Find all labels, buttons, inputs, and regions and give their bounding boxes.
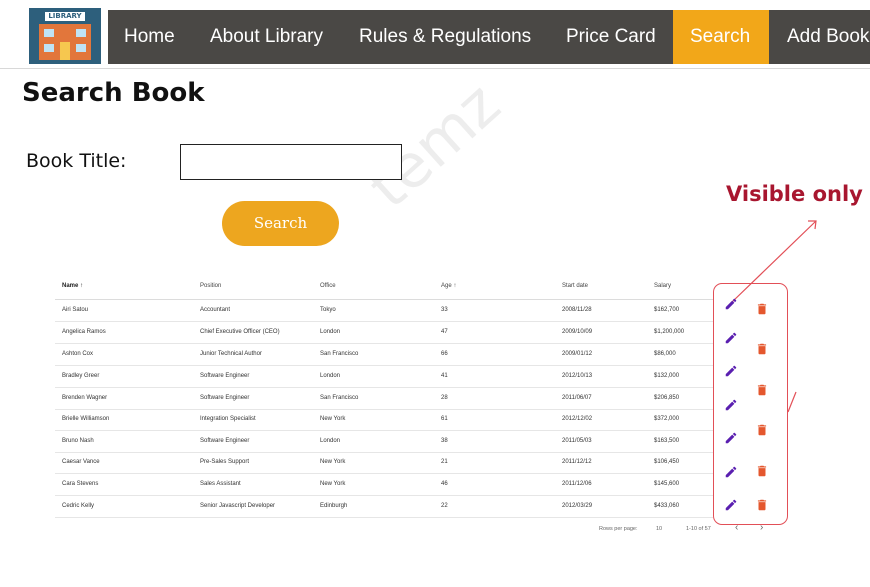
cell-office: San Francisco — [320, 351, 359, 357]
cell-office: New York — [320, 481, 346, 487]
cell-name: Brielle Williamson — [62, 416, 110, 422]
table-row: Brenden Wagner Software Engineer San Fra… — [55, 388, 713, 410]
table-row: Caesar Vance Pre-Sales Support New York … — [55, 452, 713, 474]
trash-icon[interactable] — [755, 422, 769, 438]
cell-name: Angelica Ramos — [62, 329, 106, 335]
table-row: Angelica Ramos Chief Executive Officer (… — [55, 322, 713, 344]
cell-position: Junior Technical Author — [200, 351, 262, 357]
cell-name: Caesar Vance — [62, 459, 100, 465]
cell-office: Edinburgh — [320, 503, 348, 509]
cell-salary: $132,000 — [654, 373, 680, 379]
cell-start-date: 2008/11/28 — [562, 307, 592, 313]
cell-position: Senior Javascript Developer — [200, 503, 276, 509]
table-header: Name ↑ Position Office Age ↑ Start date … — [55, 275, 713, 300]
column-header-position[interactable]: Position — [200, 283, 221, 289]
cell-salary: $145,600 — [654, 481, 680, 487]
cell-age: 46 — [441, 481, 448, 487]
cell-start-date: 2012/12/02 — [562, 416, 593, 422]
cell-name: Bradley Greer — [62, 373, 100, 379]
cell-start-date: 2012/03/29 — [562, 503, 593, 509]
cell-start-date: 2011/12/06 — [562, 481, 592, 487]
cell-office: New York — [320, 416, 346, 422]
pencil-icon[interactable] — [724, 364, 738, 378]
trash-icon[interactable] — [755, 497, 769, 513]
cell-salary: $106,450 — [654, 459, 680, 465]
column-header-salary[interactable]: Salary — [654, 283, 671, 289]
cell-start-date: 2009/10/09 — [562, 329, 593, 335]
cell-office: New York — [320, 459, 346, 465]
column-header-start-date[interactable]: Start date — [562, 283, 588, 289]
cell-office: Tokyo — [320, 307, 336, 313]
rows-per-page-select[interactable]: 10 — [656, 526, 662, 532]
cell-name: Ashton Cox — [62, 351, 94, 357]
table-row: Bradley Greer Software Engineer London 4… — [55, 366, 713, 388]
trash-icon[interactable] — [755, 301, 769, 317]
pencil-icon[interactable] — [724, 465, 738, 479]
cell-office: San Francisco — [320, 395, 359, 401]
column-header-age[interactable]: Age ↑ — [441, 283, 456, 289]
cell-position: Accountant — [200, 307, 231, 313]
pagination-range: 1-10 of 57 — [686, 526, 711, 532]
pencil-icon[interactable] — [724, 431, 738, 445]
column-header-name[interactable]: Name ↑ — [62, 283, 83, 289]
cell-age: 61 — [441, 416, 448, 422]
pencil-icon[interactable] — [724, 297, 738, 311]
pencil-icon[interactable] — [724, 331, 738, 345]
cell-salary: $372,000 — [654, 416, 680, 422]
table-row: Brielle Williamson Integration Specialis… — [55, 409, 713, 431]
trash-icon[interactable] — [755, 463, 769, 479]
cell-office: London — [320, 329, 341, 335]
cell-salary: $162,700 — [654, 307, 680, 313]
column-header-office[interactable]: Office — [320, 283, 336, 289]
cell-age: 47 — [441, 329, 448, 335]
cell-start-date: 2009/01/12 — [562, 351, 593, 357]
cell-salary: $86,000 — [654, 351, 676, 357]
cell-start-date: 2012/10/13 — [562, 373, 593, 379]
cell-age: 66 — [441, 351, 448, 357]
cell-salary: $1,200,000 — [654, 329, 685, 335]
cell-age: 41 — [441, 373, 448, 379]
cell-age: 21 — [441, 459, 448, 465]
trash-icon[interactable] — [755, 341, 769, 357]
cell-age: 28 — [441, 395, 448, 401]
table-row: Ashton Cox Junior Technical Author San F… — [55, 344, 713, 366]
cell-position: Chief Executive Officer (CEO) — [200, 329, 280, 335]
cell-office: London — [320, 438, 341, 444]
rows-per-page-label: Rows per page: — [599, 526, 638, 532]
cell-position: Software Engineer — [200, 395, 250, 401]
cell-name: Cedric Kelly — [62, 503, 95, 509]
cell-name: Brenden Wagner — [62, 395, 108, 401]
callout-arrow-line-2 — [787, 391, 797, 413]
cell-start-date: 2011/12/12 — [562, 459, 592, 465]
cell-position: Sales Assistant — [200, 481, 241, 487]
cell-office: London — [320, 373, 341, 379]
cell-name: Bruno Nash — [62, 438, 94, 444]
cell-age: 33 — [441, 307, 448, 313]
cell-age: 38 — [441, 438, 448, 444]
cell-position: Pre-Sales Support — [200, 459, 250, 465]
cell-position: Software Engineer — [200, 373, 250, 379]
prev-page-button[interactable]: ‹ — [735, 522, 738, 533]
next-page-button[interactable]: › — [760, 522, 763, 533]
table-row: Airi Satou Accountant Tokyo 33 2008/11/2… — [55, 300, 713, 322]
cell-salary: $433,060 — [654, 503, 680, 509]
table-row: Bruno Nash Software Engineer London 38 2… — [55, 431, 713, 453]
trash-icon[interactable] — [755, 382, 769, 398]
pencil-icon[interactable] — [724, 498, 738, 512]
cell-start-date: 2011/06/07 — [562, 395, 592, 401]
cell-position: Software Engineer — [200, 438, 250, 444]
pencil-icon[interactable] — [724, 398, 738, 412]
cell-position: Integration Specialist — [200, 416, 256, 422]
cell-name: Airi Satou — [62, 307, 89, 313]
cell-start-date: 2011/05/03 — [562, 438, 592, 444]
table-row: Cedric Kelly Senior Javascript Developer… — [55, 496, 713, 518]
cell-salary: $206,850 — [654, 395, 680, 401]
cell-age: 22 — [441, 503, 448, 509]
cell-salary: $163,500 — [654, 438, 680, 444]
cell-name: Cara Stevens — [62, 481, 99, 487]
table-row: Cara Stevens Sales Assistant New York 46… — [55, 474, 713, 496]
